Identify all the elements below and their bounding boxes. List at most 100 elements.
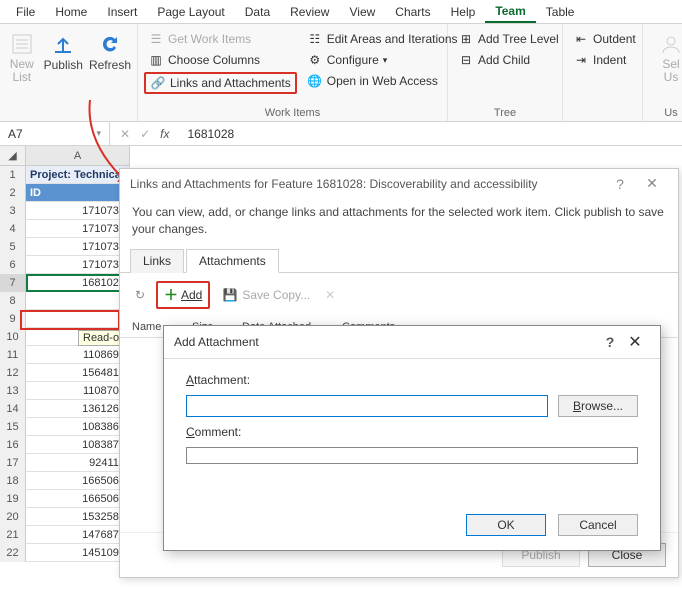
row-header[interactable]: 6 <box>0 256 26 274</box>
cell-project[interactable]: Project: Technica <box>26 166 130 184</box>
close-icon[interactable]: ✕ <box>620 332 650 352</box>
menu-team[interactable]: Team <box>485 1 535 23</box>
menu-page-layout[interactable]: Page Layout <box>147 2 234 22</box>
cell-field-header[interactable]: ID <box>26 184 130 202</box>
menu-file[interactable]: File <box>6 2 45 22</box>
refresh-button[interactable]: Refresh <box>89 28 131 72</box>
cell[interactable]: 1108690 <box>26 346 130 364</box>
row-header[interactable]: 11 <box>0 346 26 364</box>
row-header[interactable]: 7 <box>0 274 26 292</box>
cell[interactable]: 1 <box>26 292 130 310</box>
refresh-label: Refresh <box>89 58 131 72</box>
row-header[interactable]: 1 <box>0 166 26 184</box>
dialog-description: You can view, add, or change links and a… <box>120 198 678 248</box>
accept-formula-icon[interactable]: ✓ <box>140 127 150 141</box>
edit-areas-button[interactable]: ☷ Edit Areas and Iterations <box>303 30 462 48</box>
cancel-formula-icon[interactable]: ✕ <box>120 127 130 141</box>
cell[interactable]: 1564810 <box>26 364 130 382</box>
row-header[interactable]: 4 <box>0 220 26 238</box>
row-header[interactable]: 22 <box>0 544 26 562</box>
cell[interactable]: 1710736 <box>26 220 130 238</box>
row-header[interactable]: 17 <box>0 454 26 472</box>
row-header[interactable]: 5 <box>0 238 26 256</box>
dialog-title: Links and Attachments for Feature 168102… <box>130 177 538 191</box>
menu-review[interactable]: Review <box>280 2 339 22</box>
link-icon: 🔗 <box>150 75 166 91</box>
row-header[interactable]: 13 <box>0 382 26 400</box>
help-icon[interactable]: ? <box>604 176 636 192</box>
menu-help[interactable]: Help <box>441 2 486 22</box>
cell[interactable]: 1532588 <box>26 508 130 526</box>
cell[interactable]: 1476872 <box>26 526 130 544</box>
publish-label: Publish <box>44 58 83 72</box>
open-web-access-button[interactable]: 🌐 Open in Web Access <box>303 72 462 90</box>
tab-links[interactable]: Links <box>130 249 184 273</box>
menu-view[interactable]: View <box>339 2 385 22</box>
row-header[interactable]: 20 <box>0 508 26 526</box>
cell[interactable]: 1710735 <box>26 238 130 256</box>
menu-charts[interactable]: Charts <box>385 2 440 22</box>
menu-insert[interactable]: Insert <box>97 2 147 22</box>
tab-attachments[interactable]: Attachments <box>186 249 279 273</box>
configure-button[interactable]: ⚙ Configure ▾ <box>303 51 462 69</box>
select-all-corner[interactable]: ◢ <box>0 146 26 165</box>
indent-button[interactable]: ⇥ Indent <box>569 51 640 69</box>
add-attachment-button[interactable]: ＋ Add <box>156 281 210 309</box>
cell[interactable]: 1083871 <box>26 436 130 454</box>
row-header[interactable]: 19 <box>0 490 26 508</box>
ok-button[interactable]: OK <box>466 514 546 536</box>
links-attachments-button[interactable]: 🔗 Links and Attachments <box>144 72 297 94</box>
add-tree-level-button[interactable]: ⊞ Add Tree Level <box>454 30 563 48</box>
row-header[interactable]: 14 <box>0 400 26 418</box>
row-header[interactable]: 15 <box>0 418 26 436</box>
delete-icon: ✕ <box>322 287 338 303</box>
get-work-items-button[interactable]: ☰ Get Work Items <box>144 30 297 48</box>
new-list-button: NewList <box>6 28 38 84</box>
tree-icon: ⊞ <box>458 31 474 47</box>
cell[interactable]: 1083866 <box>26 418 130 436</box>
row-header[interactable]: 21 <box>0 526 26 544</box>
attachment-input[interactable] <box>186 395 548 417</box>
cell[interactable]: 924118 <box>26 454 130 472</box>
row-header[interactable]: 12 <box>0 364 26 382</box>
column-header-a[interactable]: A <box>26 146 130 165</box>
ribbon-group-team <box>6 117 131 119</box>
refresh-icon[interactable]: ↻ <box>132 287 148 303</box>
cell[interactable]: 1665064 <box>26 490 130 508</box>
cell[interactable]: 1108700 <box>26 382 130 400</box>
close-icon[interactable]: ✕ <box>636 175 668 192</box>
add-child-button[interactable]: ⊟ Add Child <box>454 51 563 69</box>
row-header[interactable]: 9 <box>0 310 26 328</box>
cancel-button[interactable]: Cancel <box>558 514 638 536</box>
row-header[interactable]: 10 <box>0 328 26 346</box>
publish-button[interactable]: Publish <box>44 28 83 72</box>
ribbon-group-work-items: Work Items <box>144 105 441 119</box>
row-header[interactable]: 2 <box>0 184 26 202</box>
cell[interactable]: 1361268 <box>26 400 130 418</box>
save-copy-button: 💾 Save Copy... <box>218 286 314 304</box>
menu-table[interactable]: Table <box>536 2 585 22</box>
comment-input[interactable] <box>186 447 638 464</box>
cell[interactable]: 1710737 <box>26 202 130 220</box>
menu-data[interactable]: Data <box>235 2 280 22</box>
choose-columns-button[interactable]: ▥ Choose Columns <box>144 51 297 69</box>
row-header[interactable]: 3 <box>0 202 26 220</box>
cell[interactable]: 1665063 <box>26 472 130 490</box>
cell[interactable]: 1 <box>26 310 130 328</box>
indent-icon: ⇥ <box>573 52 589 68</box>
cell[interactable]: 1451098 <box>26 544 130 562</box>
row-header[interactable]: 8 <box>0 292 26 310</box>
row-header[interactable]: 16 <box>0 436 26 454</box>
formula-value[interactable]: 1681028 <box>179 127 242 141</box>
cell[interactable]: 1681028 <box>26 274 130 292</box>
cell[interactable]: 1710734 <box>26 256 130 274</box>
menu-home[interactable]: Home <box>45 2 97 22</box>
outdent-button[interactable]: ⇤ Outdent <box>569 30 640 48</box>
name-box[interactable]: A7 ▾ <box>0 122 110 145</box>
select-user-button: SelUs <box>649 28 682 84</box>
fx-icon[interactable]: fx <box>160 127 169 141</box>
user-icon <box>659 32 682 56</box>
browse-button[interactable]: Browse... <box>558 395 638 417</box>
help-icon[interactable]: ? <box>600 334 620 350</box>
row-header[interactable]: 18 <box>0 472 26 490</box>
